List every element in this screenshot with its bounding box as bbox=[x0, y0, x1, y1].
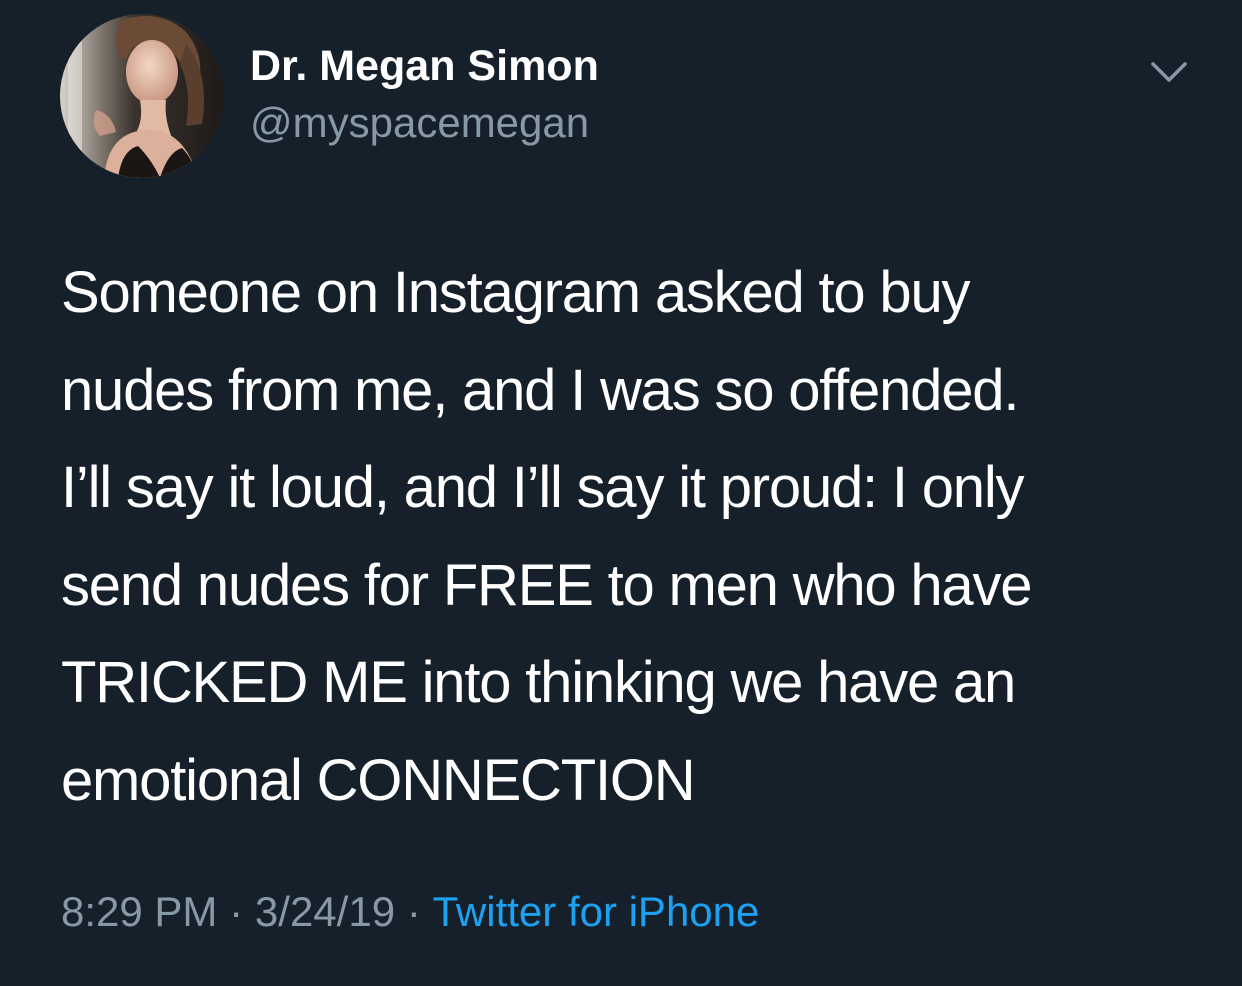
tweet-text-line: nudes from me, and I was so offended. bbox=[61, 357, 1019, 423]
tweet-source-link[interactable]: Twitter for iPhone bbox=[433, 888, 760, 935]
author-display-name[interactable]: Dr. Megan Simon bbox=[250, 40, 599, 92]
avatar-photo bbox=[60, 14, 224, 178]
avatar[interactable] bbox=[60, 14, 224, 178]
tweet-text: Someone on Instagram asked to buy nudes … bbox=[61, 244, 1221, 830]
meta-separator: · bbox=[229, 888, 244, 935]
meta-separator: · bbox=[406, 888, 421, 935]
tweet-text-line: TRICKED ME into thinking we have an bbox=[61, 650, 1016, 716]
tweet-text-line: send nudes for FREE to men who have bbox=[61, 552, 1033, 618]
tweet-meta: 8:29 PM · 3/24/19 · Twitter for iPhone bbox=[61, 884, 759, 940]
tweet-text-line: I’ll say it loud, and I’ll say it proud:… bbox=[61, 455, 1025, 521]
tweet-text-line: Someone on Instagram asked to buy bbox=[61, 260, 971, 325]
tweet-time[interactable]: 8:29 PM bbox=[61, 888, 217, 935]
tweet-date[interactable]: 3/24/19 bbox=[255, 888, 395, 935]
tweet-card: Dr. Megan Simon @myspacemegan Someone on… bbox=[0, 0, 1242, 986]
author-handle[interactable]: @myspacemegan bbox=[250, 98, 589, 148]
chevron-down-icon bbox=[1151, 62, 1187, 82]
tweet-text-line: emotional CONNECTION bbox=[61, 747, 696, 813]
tweet-menu-button[interactable] bbox=[1145, 52, 1193, 92]
